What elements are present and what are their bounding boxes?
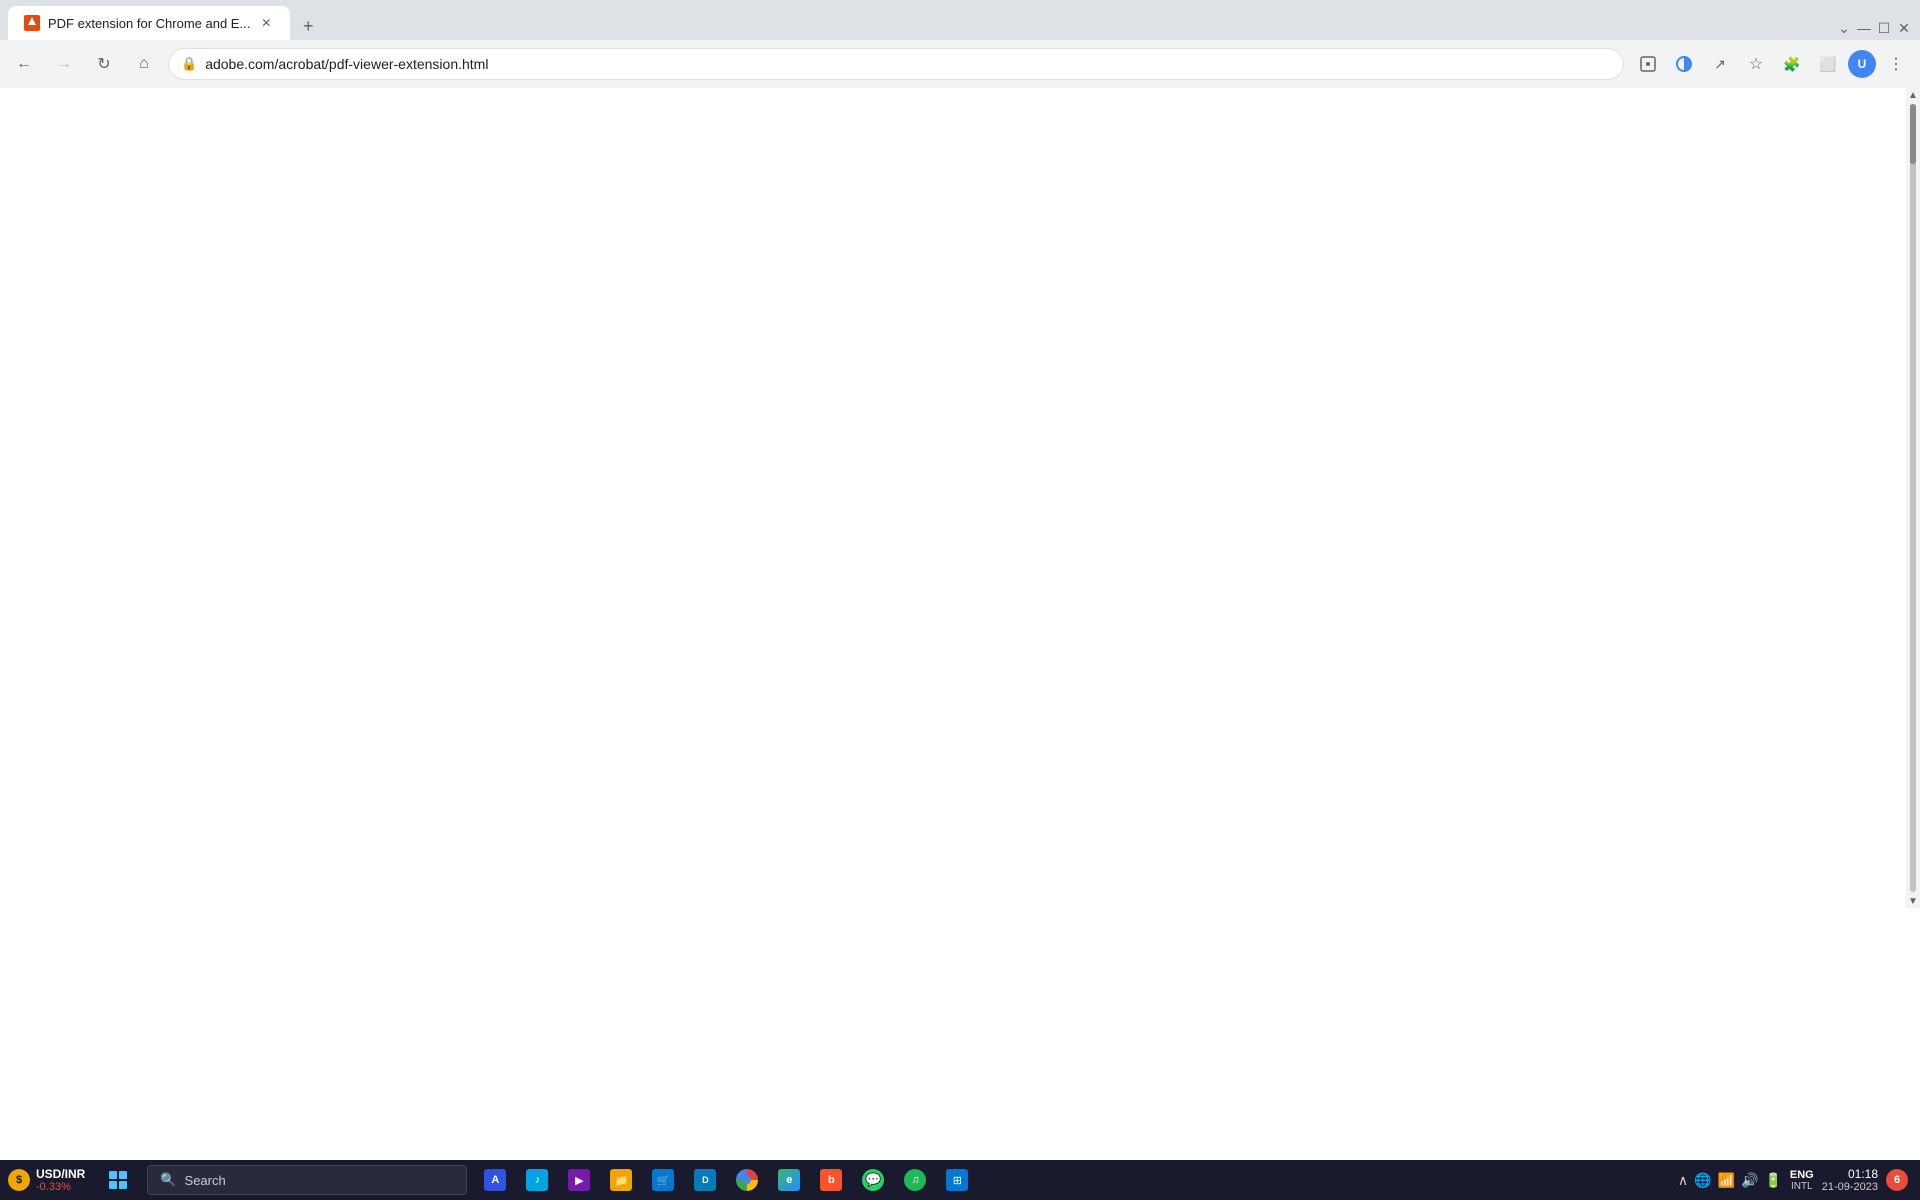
- taskbar-app-whatsapp[interactable]: 💬: [853, 1160, 893, 1200]
- back-button[interactable]: ←: [8, 48, 40, 80]
- tab-favicon: [24, 15, 40, 31]
- tab-close-icon[interactable]: ✕: [258, 15, 274, 31]
- windows-logo-icon: [109, 1171, 127, 1189]
- taskbar-app-dell[interactable]: D: [685, 1160, 725, 1200]
- taskbar-app-windows-store[interactable]: ⊞: [937, 1160, 977, 1200]
- taskbar-app-spotify[interactable]: ♫: [895, 1160, 935, 1200]
- page-scrollbar[interactable]: ▲ ▼: [1906, 88, 1920, 908]
- chrome-menu-icon[interactable]: ⋮: [1880, 48, 1912, 80]
- taskbar-tray-icons: ∧ 🌐 📶 🔊 🔋: [1678, 1172, 1782, 1189]
- refresh-button[interactable]: ↻: [88, 48, 120, 80]
- currency-pair: USD/INR: [36, 1167, 85, 1181]
- browser-chrome: PDF extension for Chrome and E... ✕ + ⌄ …: [0, 0, 1920, 88]
- active-tab[interactable]: PDF extension for Chrome and E... ✕: [8, 6, 290, 40]
- currency-widget[interactable]: $ USD/INR -0.33%: [0, 1165, 93, 1195]
- share-icon[interactable]: ↗: [1704, 48, 1736, 80]
- forward-button[interactable]: →: [48, 48, 80, 80]
- search-icon: 🔍: [160, 1172, 176, 1188]
- notification-badge[interactable]: 6: [1886, 1169, 1908, 1191]
- taskbar-app-edge[interactable]: e: [769, 1160, 809, 1200]
- tray-up-arrow-icon[interactable]: ∧: [1678, 1172, 1688, 1189]
- taskbar-system-area: ∧ 🌐 📶 🔊 🔋 ENG INTL 01:18 21-09-2023 6: [1678, 1167, 1920, 1193]
- taskbar-search-bar[interactable]: 🔍 Search: [147, 1165, 467, 1195]
- browser-tab-bar: PDF extension for Chrome and E... ✕ + ⌄ …: [0, 0, 1920, 88]
- taskbar-app-brave[interactable]: b: [811, 1160, 851, 1200]
- language-indicator[interactable]: ENG INTL: [1790, 1169, 1814, 1192]
- tab-list-icon[interactable]: ⌄: [1836, 20, 1852, 36]
- split-view-icon[interactable]: ⬜: [1812, 48, 1844, 80]
- google-icon[interactable]: [1668, 48, 1700, 80]
- new-tab-button[interactable]: +: [294, 12, 322, 40]
- bookmark-icon[interactable]: ☆: [1740, 48, 1772, 80]
- currency-change: -0.33%: [36, 1181, 85, 1193]
- scrollbar-thumb[interactable]: [1910, 104, 1916, 164]
- browser-toolbar: ← → ↻ ⌂ 🔒 adobe.com/acrobat/pdf-viewer-e…: [0, 40, 1920, 88]
- tab-title: PDF extension for Chrome and E...: [48, 16, 250, 31]
- maximize-icon[interactable]: ☐: [1876, 20, 1892, 36]
- taskbar-app-acrobat[interactable]: A: [475, 1160, 515, 1200]
- tray-volume-icon[interactable]: 🔊: [1741, 1172, 1758, 1189]
- taskbar-app-music[interactable]: ♪: [517, 1160, 557, 1200]
- address-bar[interactable]: 🔒 adobe.com/acrobat/pdf-viewer-extension…: [168, 48, 1624, 80]
- currency-icon: $: [8, 1169, 30, 1191]
- scrollbar-up-arrow[interactable]: ▲: [1906, 88, 1920, 102]
- browser-toolbar-actions: ↗ ☆ 🧩 ⬜ U ⋮: [1632, 48, 1912, 80]
- taskbar-apps: A ♪ ▶ 📁 🛒 D e b 💬 ♫: [471, 1160, 981, 1200]
- extension-icon[interactable]: [1632, 48, 1664, 80]
- close-browser-icon[interactable]: ✕: [1896, 20, 1912, 36]
- tray-wifi-icon[interactable]: 📶: [1718, 1172, 1735, 1189]
- tray-network-icon[interactable]: 🌐: [1694, 1172, 1711, 1189]
- taskbar: $ USD/INR -0.33% 🔍 Search A ♪ ▶ 📁: [0, 1160, 1920, 1200]
- extensions-icon[interactable]: 🧩: [1776, 48, 1808, 80]
- taskbar-app-chrome[interactable]: [727, 1160, 767, 1200]
- scrollbar-down-arrow[interactable]: ▼: [1906, 894, 1920, 908]
- clock-time: 01:18: [1822, 1167, 1878, 1181]
- lock-icon: 🔒: [181, 56, 197, 72]
- clock-date: 21-09-2023: [1822, 1181, 1878, 1193]
- profile-avatar[interactable]: U: [1848, 50, 1876, 78]
- windows-start-button[interactable]: [93, 1160, 143, 1200]
- home-button[interactable]: ⌂: [128, 48, 160, 80]
- taskbar-app-files[interactable]: 📁: [601, 1160, 641, 1200]
- tray-battery-icon[interactable]: 🔋: [1764, 1172, 1781, 1189]
- minimize-icon[interactable]: —: [1856, 20, 1872, 36]
- taskbar-app-store[interactable]: 🛒: [643, 1160, 683, 1200]
- scrollbar-track[interactable]: [1910, 104, 1916, 892]
- taskbar-app-video[interactable]: ▶: [559, 1160, 599, 1200]
- taskbar-search-text: Search: [185, 1173, 226, 1188]
- system-clock[interactable]: 01:18 21-09-2023: [1822, 1167, 1878, 1193]
- address-text: adobe.com/acrobat/pdf-viewer-extension.h…: [205, 56, 1611, 72]
